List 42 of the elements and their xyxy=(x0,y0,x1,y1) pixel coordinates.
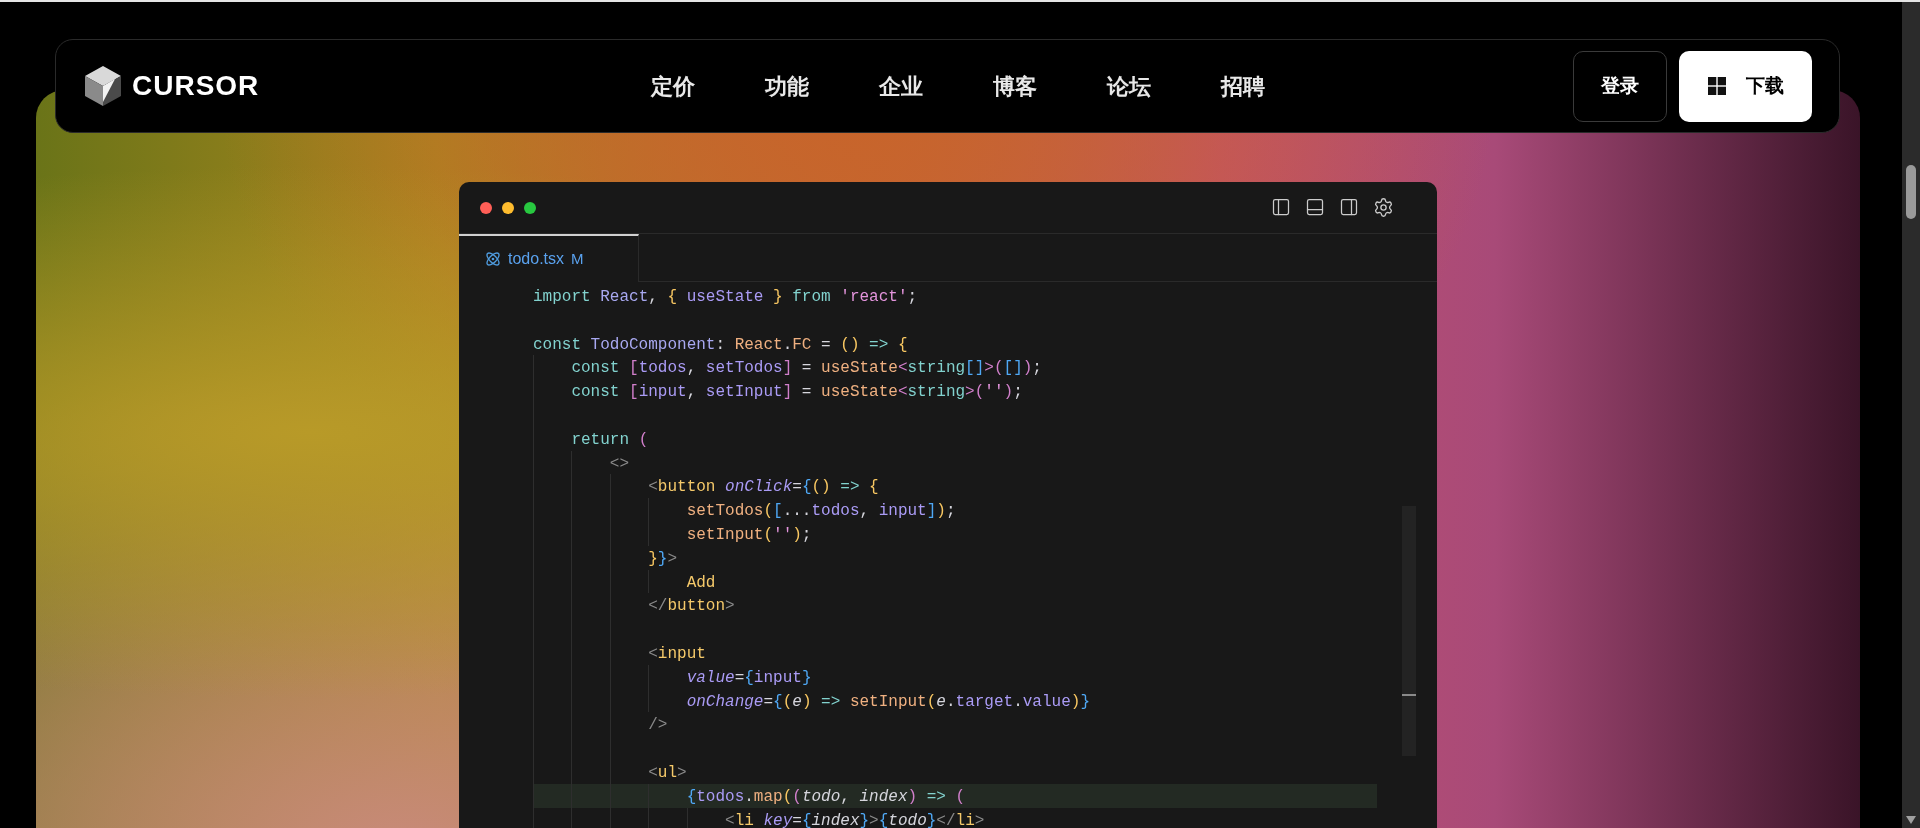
left-panel-icon[interactable] xyxy=(1271,197,1291,217)
cube-logo-icon xyxy=(83,64,123,108)
code-line: const TodoComponent: React.FC = () => { xyxy=(533,335,908,354)
nav-link[interactable]: 企业 xyxy=(879,69,923,103)
windows-icon xyxy=(1707,77,1726,95)
code-line: setInput(''); xyxy=(685,525,812,544)
code-line: import React, { useState } from 'react'; xyxy=(533,288,918,306)
brand-wordmark[interactable]: CURSOR xyxy=(132,65,260,107)
code-line: onChange={(e) => setInput(e.target.value)} xyxy=(685,692,1090,711)
code-line: <button onClick={() => { xyxy=(647,478,879,497)
code-line: const [input, setInput] = useState<string>(''); xyxy=(570,383,1023,402)
nav-link[interactable]: 定价 xyxy=(651,69,695,103)
code-line: {todos.map((todo, index) => ( xyxy=(685,787,966,806)
nav-link[interactable]: 功能 xyxy=(765,69,809,103)
code-line: <input xyxy=(647,644,706,663)
react-atom-icon xyxy=(485,251,501,267)
editor-scrollbar[interactable] xyxy=(1402,506,1416,756)
file-tab[interactable]: todo.tsx M xyxy=(459,234,639,282)
settings-icon[interactable] xyxy=(1373,197,1394,218)
code-line: value={input} xyxy=(685,668,812,687)
code-line: <ul> xyxy=(647,763,687,782)
nav-link[interactable]: 论坛 xyxy=(1107,69,1151,103)
code-line: /> xyxy=(647,716,668,735)
page-scrollbar[interactable] xyxy=(1902,2,1920,828)
code-line: }}> xyxy=(647,549,678,568)
code-line: return ( xyxy=(570,430,649,449)
code-line: Add xyxy=(685,573,716,592)
modified-status: M xyxy=(571,248,584,269)
tab-filename: todo.tsx xyxy=(508,249,565,269)
bottom-panel-icon[interactable] xyxy=(1305,197,1325,217)
code-line: <> xyxy=(608,454,629,473)
download-button[interactable]: 下载 xyxy=(1679,50,1812,122)
right-panel-icon[interactable] xyxy=(1339,197,1359,217)
scroll-down-arrow-icon[interactable] xyxy=(1906,816,1916,824)
code-line: <li key={index}>{todo}</li> xyxy=(724,811,985,828)
nav-link[interactable]: 博客 xyxy=(993,69,1037,103)
code-line: const [todos, setTodos] = useState<string[]>([]); xyxy=(570,359,1042,378)
login-button[interactable]: 登录 xyxy=(1573,50,1667,122)
code-line: </button> xyxy=(647,597,735,616)
nav-link[interactable]: 招聘 xyxy=(1221,69,1265,103)
code-line: setTodos([...todos, input]); xyxy=(685,502,956,521)
scrollbar-thumb[interactable] xyxy=(1906,165,1916,219)
